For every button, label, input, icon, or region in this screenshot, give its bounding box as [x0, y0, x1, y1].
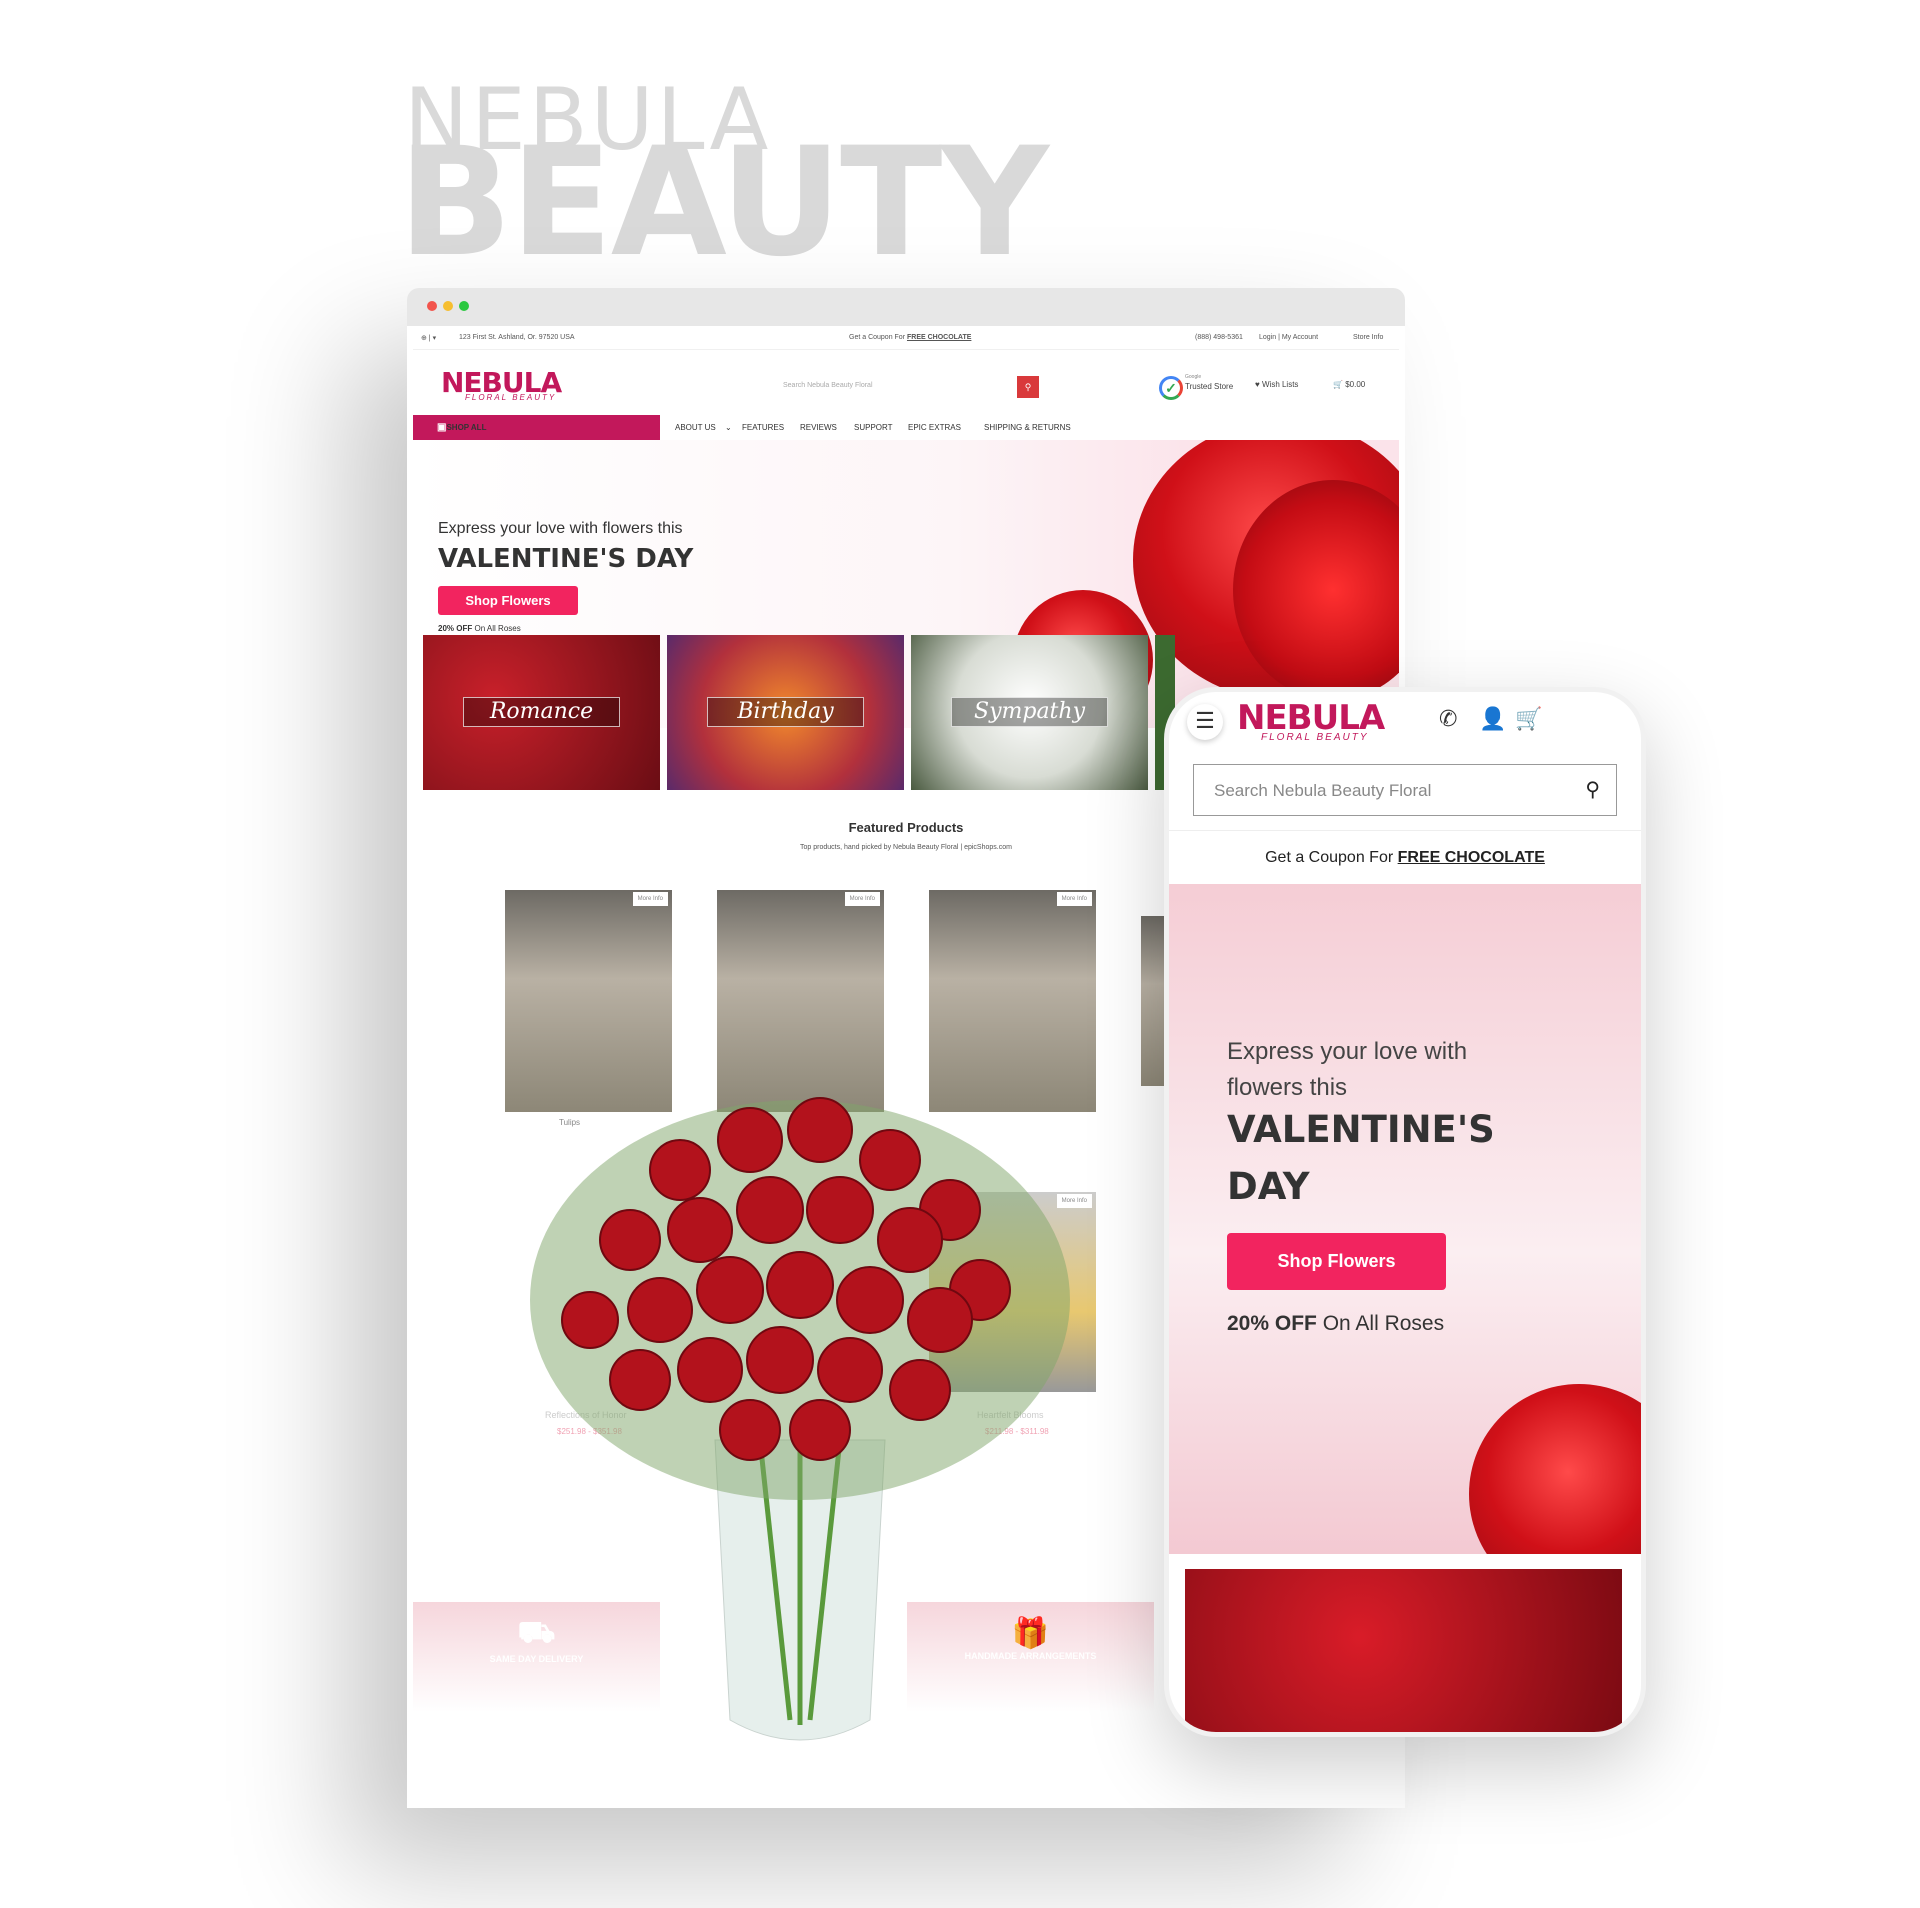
cart-icon: 🛒 — [1333, 380, 1343, 389]
trusted-store-badge-icon: ✓ — [1159, 376, 1183, 400]
mobile-shop-flowers-button[interactable]: Shop Flowers — [1227, 1233, 1446, 1290]
user-icon[interactable]: 👤 — [1479, 706, 1506, 732]
search-placeholder: Search Nebula Beauty Floral — [1214, 781, 1432, 800]
product-card-partial[interactable] — [1141, 916, 1165, 1086]
category-label: Romance — [463, 697, 620, 727]
login-link[interactable]: Login | My Account — [1259, 334, 1318, 341]
store-info-link[interactable]: Store Info — [1353, 334, 1383, 341]
category-birthday[interactable]: Birthday — [667, 635, 904, 790]
minimize-dot — [443, 301, 453, 311]
hero-headline-day: DAY — [1227, 1165, 1310, 1208]
hero-line: Express your love with flowers this — [438, 520, 683, 537]
nav-reviews[interactable]: REVIEWS — [800, 423, 837, 432]
address: 123 First St. Ashland, Or. 97520 USA — [459, 334, 575, 341]
search-icon[interactable]: ⚲ — [1585, 777, 1600, 802]
nav-support[interactable]: SUPPORT — [854, 423, 893, 432]
search-icon: ⚲ — [1024, 382, 1032, 392]
top-bar: ⊕ | ▾ 123 First St. Ashland, Or. 97520 U… — [413, 326, 1399, 350]
hero-offer: 20% OFF On All Roses — [1227, 1312, 1444, 1336]
hero-headline: VALENTINE'S DAY — [438, 544, 694, 574]
cart-total: $0.00 — [1345, 380, 1366, 389]
chevron-down-icon: ⌄ — [725, 423, 732, 432]
mobile-search-input[interactable]: Search Nebula Beauty Floral ⚲ — [1193, 764, 1617, 816]
nav-shipping-returns[interactable]: SHIPPING & RETURNS — [984, 423, 1071, 432]
more-info-button[interactable]: More Info — [1056, 892, 1092, 906]
coupon-link[interactable]: FREE CHOCOLATE — [1398, 849, 1545, 866]
coupon-prefix: Get a Coupon For — [849, 334, 906, 341]
offer-bold: 20% OFF — [1227, 1312, 1317, 1335]
more-info-button[interactable]: More Info — [632, 892, 668, 906]
main-nav: ▣ SHOP ALL ABOUT US ⌄ FEATURES REVIEWS SU… — [413, 415, 1399, 440]
nav-about-us[interactable]: ABOUT US — [675, 423, 716, 432]
search-button[interactable]: ⚲ — [1017, 376, 1039, 398]
mobile-logo-subtitle: FLORAL BEAUTY — [1261, 732, 1369, 743]
nav-epic-extras[interactable]: EPIC EXTRAS — [908, 423, 961, 432]
hero-offer: 20% OFF On All Roses — [438, 624, 521, 633]
logo-subtitle: FLORAL BEAUTY — [465, 393, 557, 402]
hero-headline: VALENTINE'S — [1227, 1108, 1495, 1151]
trusted-store-small-label: Google — [1185, 374, 1202, 380]
coupon-prefix: Get a Coupon For — [1265, 849, 1394, 866]
phone[interactable]: (888) 498-5361 — [1195, 334, 1243, 341]
offer-rest: On All Roses — [474, 624, 521, 633]
more-info-button[interactable]: More Info — [844, 892, 880, 906]
close-dot — [427, 301, 437, 311]
rose-image — [1469, 1384, 1641, 1554]
coupon-text: Get a Coupon For FREE CHOCOLATE — [849, 334, 971, 341]
rose-bouquet-vase-image — [530, 1097, 1070, 1741]
mobile-coupon-bar: Get a Coupon For FREE CHOCOLATE — [1169, 830, 1641, 884]
phone-icon[interactable]: ✆ — [1439, 706, 1457, 732]
category-label: Birthday — [707, 697, 864, 727]
cart-link[interactable]: 🛒 $0.00 — [1333, 380, 1365, 389]
shop-all-button[interactable]: ▣ SHOP ALL — [413, 415, 660, 440]
mobile-mockup: ☰ NEBULA FLORAL BEAUTY ✆ 👤 🛒 Search Nebu… — [1164, 687, 1646, 1737]
trusted-store[interactable]: Trusted Store — [1185, 382, 1233, 391]
mobile-hero: Express your love with flowers this VALE… — [1169, 884, 1641, 1554]
wishlist-link[interactable]: ♥ Wish Lists — [1255, 380, 1298, 389]
offer-rest: On All Roses — [1322, 1312, 1445, 1335]
wishlist-label: Wish Lists — [1261, 380, 1299, 389]
showcase-title-beauty: BEAUTY — [398, 116, 1049, 290]
cart-icon[interactable]: 🛒 — [1515, 706, 1542, 732]
category-sympathy[interactable]: Sympathy — [911, 635, 1148, 790]
category-label: Sympathy — [951, 697, 1108, 727]
offer-bold: 20% OFF — [438, 624, 473, 633]
category-romance[interactable]: Romance — [423, 635, 660, 790]
heart-icon: ♥ — [1255, 380, 1260, 389]
mobile-category-romance[interactable] — [1185, 1569, 1622, 1732]
shop-flowers-button[interactable]: Shop Flowers — [438, 586, 578, 615]
browser-chrome — [407, 288, 1405, 326]
search-input[interactable]: Search Nebula Beauty Floral — [783, 382, 873, 389]
shop-all-label: SHOP ALL — [446, 423, 487, 432]
hero-line: Express your love with flowers this — [1227, 1038, 1468, 1101]
hamburger-menu-icon[interactable]: ☰ — [1187, 704, 1223, 740]
coupon-link[interactable]: FREE CHOCOLATE — [907, 334, 971, 341]
nav-features[interactable]: FEATURES — [742, 423, 784, 432]
globe-icon[interactable]: ⊕ | ▾ — [421, 334, 436, 342]
maximize-dot — [459, 301, 469, 311]
